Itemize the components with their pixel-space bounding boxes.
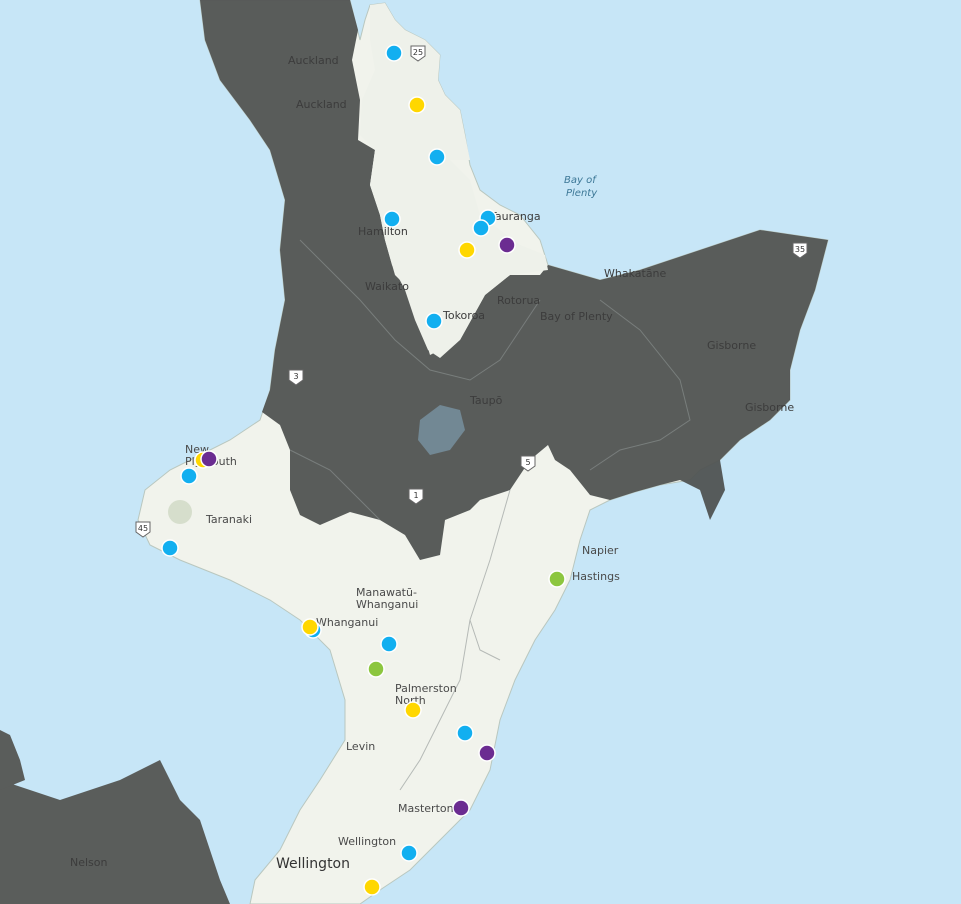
marker-purple[interactable] — [498, 236, 516, 254]
label-tokoroa: Tokoroa — [442, 309, 485, 322]
label-bay-of-plenty-sea-2: Plenty — [566, 188, 598, 199]
label-whanganui: Whanganui — [316, 616, 378, 629]
svg-text:1: 1 — [413, 491, 418, 500]
marker-blue[interactable] — [380, 635, 398, 653]
marker-purple[interactable] — [478, 744, 496, 762]
map-view[interactable]: Auckland Auckland Hamilton Waikato Taura… — [0, 0, 961, 904]
svg-text:35: 35 — [795, 245, 805, 254]
label-rotorua: Rotorua — [497, 294, 540, 307]
marker-blue[interactable] — [161, 539, 179, 557]
marker-blue[interactable] — [472, 219, 490, 237]
marker-green[interactable] — [367, 660, 385, 678]
label-hastings: Hastings — [572, 570, 620, 583]
label-napier: Napier — [582, 544, 619, 557]
label-auckland-region: Auckland — [296, 98, 347, 111]
label-bay-of-plenty-region: Bay of Plenty — [540, 310, 613, 323]
label-wellington-city: Wellington — [276, 856, 350, 872]
marker-yellow[interactable] — [363, 878, 381, 896]
label-tauranga: Tauranga — [489, 210, 541, 223]
marker-blue[interactable] — [383, 210, 401, 228]
label-bay-of-plenty-sea-1: Bay of — [564, 175, 597, 186]
marker-blue[interactable] — [428, 148, 446, 166]
label-whakatane: Whakatāne — [604, 267, 667, 280]
label-waikato: Waikato — [365, 280, 409, 293]
marker-blue[interactable] — [400, 844, 418, 862]
marker-yellow[interactable] — [408, 96, 426, 114]
marker-yellow[interactable] — [404, 701, 422, 719]
marker-blue[interactable] — [385, 44, 403, 62]
svg-text:45: 45 — [138, 524, 148, 533]
label-wellington-region: Wellington — [338, 835, 396, 848]
svg-text:5: 5 — [525, 458, 530, 467]
mt-taranaki — [168, 500, 192, 524]
marker-green[interactable] — [548, 570, 566, 588]
marker-yellow[interactable] — [301, 618, 319, 636]
marker-yellow[interactable] — [458, 241, 476, 259]
marker-blue[interactable] — [456, 724, 474, 742]
svg-text:3: 3 — [293, 372, 298, 381]
svg-text:25: 25 — [413, 48, 423, 57]
label-masterton: Masterton — [398, 802, 454, 815]
map-canvas[interactable]: Auckland Auckland Hamilton Waikato Taura… — [0, 0, 961, 904]
marker-purple[interactable] — [200, 450, 218, 468]
marker-blue[interactable] — [425, 312, 443, 330]
label-levin: Levin — [346, 740, 375, 753]
label-taranaki: Taranaki — [205, 513, 252, 526]
label-nelson: Nelson — [70, 856, 108, 869]
label-taupo: Taupō — [469, 394, 503, 407]
label-manawatu-2: Whanganui — [356, 598, 418, 611]
marker-purple[interactable] — [452, 799, 470, 817]
label-gisborne-city: Gisborne — [745, 401, 794, 414]
label-hamilton: Hamilton — [358, 225, 408, 238]
label-auckland-city: Auckland — [288, 54, 339, 67]
label-gisborne-region: Gisborne — [707, 339, 756, 352]
marker-blue[interactable] — [180, 467, 198, 485]
